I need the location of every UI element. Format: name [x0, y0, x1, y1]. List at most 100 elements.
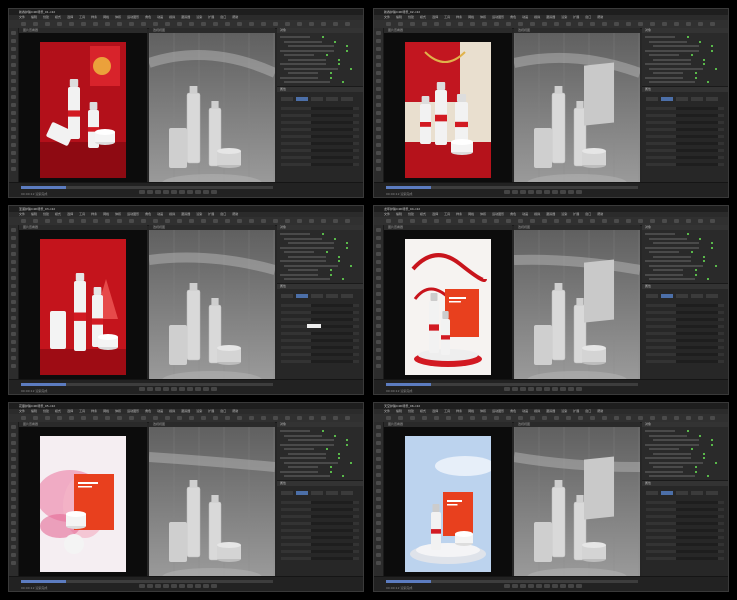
toolbar-button[interactable]: [650, 22, 655, 26]
object-row[interactable]: [653, 255, 705, 258]
playback-button[interactable]: [560, 387, 566, 391]
object-row[interactable]: [284, 434, 336, 437]
toolbar-button[interactable]: [249, 416, 254, 420]
attribute-tab[interactable]: [646, 294, 658, 298]
menu-item[interactable]: 扩展: [208, 409, 214, 413]
object-row[interactable]: [645, 233, 689, 235]
playback-button[interactable]: [552, 190, 558, 194]
toolbar-button[interactable]: [225, 22, 230, 26]
field-value[interactable]: [311, 522, 353, 525]
playback-button[interactable]: [195, 387, 201, 391]
field-value[interactable]: [311, 353, 353, 356]
menu-item[interactable]: 运动图形: [127, 212, 139, 216]
menu-item[interactable]: 动画: [157, 409, 163, 413]
visibility-dot[interactable]: [711, 242, 713, 244]
toolbar-button[interactable]: [542, 219, 547, 223]
toolbar-button[interactable]: [285, 22, 290, 26]
toolbar-button[interactable]: [458, 22, 463, 26]
menu-item[interactable]: 角色: [510, 212, 516, 216]
field-value[interactable]: [311, 543, 353, 546]
object-row[interactable]: [280, 273, 332, 276]
toolbar-button[interactable]: [117, 219, 122, 223]
playback-button[interactable]: [544, 190, 550, 194]
playback-button[interactable]: [520, 387, 526, 391]
tool-icon[interactable]: [11, 79, 16, 83]
tool-icon[interactable]: [11, 324, 16, 328]
attribute-field[interactable]: [646, 515, 724, 518]
toolbar-button[interactable]: [650, 219, 655, 223]
tool-icon[interactable]: [11, 300, 16, 304]
toolbar-button[interactable]: [321, 22, 326, 26]
toolbar-button[interactable]: [662, 22, 667, 26]
menu-item[interactable]: 模拟: [534, 409, 540, 413]
toolbar-button[interactable]: [273, 219, 278, 223]
tool-icon[interactable]: [376, 228, 381, 232]
tool-icon[interactable]: [11, 260, 16, 264]
toolbar-button[interactable]: [590, 22, 595, 26]
tool-icon[interactable]: [11, 513, 16, 517]
toolbar-button[interactable]: [117, 22, 122, 26]
toolbar-button[interactable]: [237, 416, 242, 420]
visibility-dot[interactable]: [338, 58, 340, 61]
toolbar-button[interactable]: [45, 22, 50, 26]
toolbar-button[interactable]: [686, 219, 691, 223]
field-value[interactable]: [676, 550, 718, 553]
toolbar-button[interactable]: [81, 416, 86, 420]
field-value[interactable]: [311, 311, 353, 314]
toolbar-button[interactable]: [105, 22, 110, 26]
attribute-field[interactable]: [646, 332, 724, 335]
tool-icon[interactable]: [376, 47, 381, 51]
attribute-tab[interactable]: [676, 294, 688, 298]
attribute-tab[interactable]: [706, 97, 718, 101]
visibility-dot[interactable]: [326, 251, 328, 253]
playback-button[interactable]: [552, 584, 558, 588]
tool-icon[interactable]: [11, 236, 16, 240]
menu-item[interactable]: 扩展: [573, 15, 579, 19]
attribute-tab[interactable]: [691, 294, 703, 298]
tool-icon[interactable]: [11, 268, 16, 272]
attribute-field[interactable]: [281, 346, 359, 349]
toolbar-button[interactable]: [297, 219, 302, 223]
tool-icon[interactable]: [376, 63, 381, 67]
attribute-field[interactable]: [281, 557, 359, 560]
menu-item[interactable]: 模式: [420, 409, 426, 413]
menu-item[interactable]: 模拟: [534, 15, 540, 19]
attribute-field[interactable]: [646, 114, 724, 117]
toolbar-button[interactable]: [410, 22, 415, 26]
toolbar-button[interactable]: [153, 22, 158, 26]
visibility-dot[interactable]: [687, 430, 689, 432]
attribute-field[interactable]: [646, 508, 724, 511]
toolbar-button[interactable]: [45, 219, 50, 223]
menu-item[interactable]: 模式: [55, 409, 61, 413]
visibility-dot[interactable]: [695, 76, 697, 79]
attribute-field[interactable]: [281, 135, 359, 138]
menu-item[interactable]: 角色: [510, 409, 516, 413]
field-value[interactable]: [676, 501, 718, 504]
toolbar-button[interactable]: [434, 22, 439, 26]
playback-button[interactable]: [528, 190, 534, 194]
object-row[interactable]: [645, 63, 705, 65]
field-value[interactable]: [676, 304, 718, 307]
object-row[interactable]: [653, 58, 705, 61]
playback-button[interactable]: [560, 190, 566, 194]
playback-button[interactable]: [576, 190, 582, 194]
visibility-dot[interactable]: [342, 475, 344, 477]
attribute-tab[interactable]: [341, 294, 353, 298]
toolbar-button[interactable]: [141, 416, 146, 420]
toolbar-button[interactable]: [482, 416, 487, 420]
object-row[interactable]: [649, 81, 709, 83]
toolbar-button[interactable]: [129, 416, 134, 420]
visibility-dot[interactable]: [338, 452, 340, 455]
visibility-dot[interactable]: [711, 45, 713, 47]
toolbar-button[interactable]: [69, 416, 74, 420]
menu-item[interactable]: 网格: [103, 409, 109, 413]
attribute-tab[interactable]: [281, 97, 293, 101]
playback-button[interactable]: [504, 190, 510, 194]
visibility-dot[interactable]: [699, 434, 701, 437]
tool-icon[interactable]: [376, 356, 381, 360]
tool-icon[interactable]: [376, 87, 381, 91]
attribute-field[interactable]: [281, 142, 359, 145]
playback-button[interactable]: [528, 584, 534, 588]
menu-item[interactable]: 窗口: [585, 212, 591, 216]
toolbar-button[interactable]: [626, 219, 631, 223]
